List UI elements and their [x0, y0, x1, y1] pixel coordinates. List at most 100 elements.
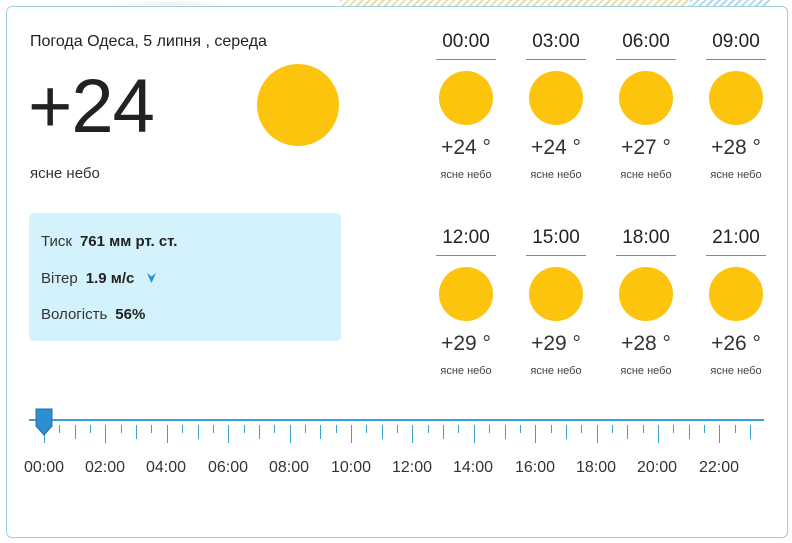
- forecast-temperature: +24 °: [441, 136, 491, 159]
- sun-icon: [439, 267, 493, 321]
- slider-tick: [689, 425, 690, 439]
- forecast-time: 06:00: [622, 31, 670, 52]
- slider-tick: [274, 425, 275, 433]
- forecast-slot[interactable]: 15:00 +29 ° ясне небо: [526, 225, 586, 377]
- timeline-label[interactable]: 18:00: [566, 459, 626, 477]
- divider: [616, 255, 676, 256]
- forecast-slot[interactable]: 09:00 +28 ° ясне небо: [706, 29, 766, 181]
- timeline-label[interactable]: 06:00: [198, 459, 258, 477]
- sun-icon: [439, 71, 493, 125]
- slider-tick: [397, 425, 398, 433]
- forecast-slot[interactable]: 12:00 +29 ° ясне небо: [436, 225, 496, 377]
- sun-icon: [709, 267, 763, 321]
- slider-tick: [167, 425, 168, 443]
- slider-tick: [612, 425, 613, 433]
- sun-icon: [257, 64, 339, 146]
- divider: [436, 255, 496, 256]
- slider-tick: [643, 425, 644, 433]
- pressure-label: Тиск: [41, 233, 72, 250]
- forecast-temperature: +24 °: [531, 136, 581, 159]
- slider-tick: [259, 425, 260, 439]
- slider-tick: [182, 425, 183, 433]
- slider-tick: [320, 425, 321, 439]
- slider-tick: [412, 425, 413, 443]
- forecast-temperature: +27 °: [621, 136, 671, 159]
- slider-tick: [382, 425, 383, 439]
- slider-tick: [627, 425, 628, 439]
- forecast-time: 15:00: [532, 227, 580, 248]
- forecast-temperature: +28 °: [621, 332, 671, 355]
- slider-tick: [489, 425, 490, 433]
- forecast-time: 18:00: [622, 227, 670, 248]
- slider-tick: [719, 425, 720, 443]
- divider: [706, 255, 766, 256]
- slider-tick: [59, 425, 60, 433]
- slider-tick: [90, 425, 91, 433]
- slider-tick: [151, 425, 152, 433]
- timeline-label[interactable]: 22:00: [689, 459, 749, 477]
- slider-tick: [336, 425, 337, 433]
- slider-tick: [505, 425, 506, 439]
- forecast-description: ясне небо: [710, 169, 762, 181]
- forecast-temperature: +29 °: [531, 332, 581, 355]
- forecast-time: 03:00: [532, 31, 580, 52]
- forecast-slot[interactable]: 21:00 +26 ° ясне небо: [706, 225, 766, 377]
- slider-tick: [428, 425, 429, 433]
- slider-tick: [290, 425, 291, 443]
- forecast-slot[interactable]: 03:00 +24 ° ясне небо: [526, 29, 586, 181]
- timeline-label[interactable]: 14:00: [443, 459, 503, 477]
- wind-value: 1.9 м/с: [85, 270, 135, 287]
- slider-tick: [704, 425, 705, 433]
- slider-tick: [474, 425, 475, 443]
- slider-tick: [458, 425, 459, 433]
- timeline-label[interactable]: 00:00: [14, 459, 74, 477]
- forecast-slot[interactable]: 00:00 +24 ° ясне небо: [436, 29, 496, 181]
- timeline-label[interactable]: 20:00: [627, 459, 687, 477]
- slider-tick: [213, 425, 214, 433]
- forecast-description: ясне небо: [710, 365, 762, 377]
- slider-tick: [581, 425, 582, 433]
- timeline-label[interactable]: 12:00: [382, 459, 442, 477]
- forecast-description: ясне небо: [620, 365, 672, 377]
- forecast-time: 12:00: [442, 227, 490, 248]
- slider-tick: [597, 425, 598, 443]
- slider-tick: [75, 425, 76, 439]
- forecast-slot[interactable]: 06:00 +27 ° ясне небо: [616, 29, 676, 181]
- time-slider-handle[interactable]: [34, 408, 54, 438]
- forecast-time: 09:00: [712, 31, 760, 52]
- slider-tick: [673, 425, 674, 433]
- timeline-label[interactable]: 16:00: [505, 459, 565, 477]
- slider-tick: [305, 425, 306, 433]
- slider-tick: [121, 425, 122, 433]
- pressure-row: Тиск 761 мм рт. ст.: [41, 233, 177, 250]
- sun-icon: [619, 267, 673, 321]
- forecast-slot[interactable]: 18:00 +28 ° ясне небо: [616, 225, 676, 377]
- slider-tick: [551, 425, 552, 433]
- slider-tick: [750, 425, 751, 439]
- wind-label: Вітер: [41, 270, 78, 287]
- forecast-description: ясне небо: [440, 169, 492, 181]
- slider-tick: [244, 425, 245, 433]
- forecast-time: 21:00: [712, 227, 760, 248]
- slider-tick: [535, 425, 536, 443]
- forecast-description: ясне небо: [620, 169, 672, 181]
- sun-icon: [529, 71, 583, 125]
- divider: [526, 59, 586, 60]
- timeline-label[interactable]: 04:00: [136, 459, 196, 477]
- divider: [436, 59, 496, 60]
- forecast-description: ясне небо: [530, 365, 582, 377]
- forecast-description: ясне небо: [530, 169, 582, 181]
- divider: [706, 59, 766, 60]
- slider-tick: [136, 425, 137, 439]
- timeline-label[interactable]: 08:00: [259, 459, 319, 477]
- timeline-label[interactable]: 02:00: [75, 459, 135, 477]
- humidity-label: Вологість: [41, 306, 108, 323]
- sun-icon: [709, 71, 763, 125]
- time-slider-track[interactable]: [29, 419, 764, 421]
- sun-icon: [619, 71, 673, 125]
- divider: [526, 255, 586, 256]
- timeline-label[interactable]: 10:00: [321, 459, 381, 477]
- forecast-temperature: +26 °: [711, 332, 761, 355]
- pressure-value: 761 мм рт. ст.: [79, 233, 178, 250]
- slider-tick: [351, 425, 352, 443]
